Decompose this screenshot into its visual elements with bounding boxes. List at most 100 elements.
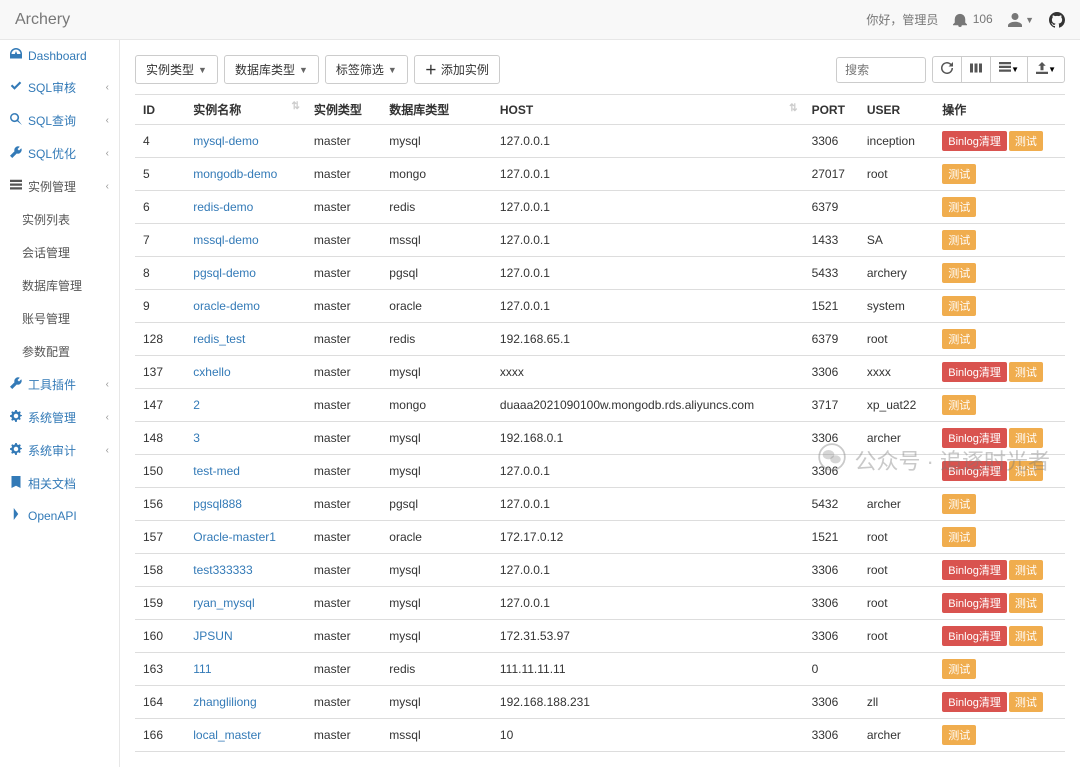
binlog-button[interactable]: Binlog清理	[942, 131, 1007, 151]
instance-link[interactable]: 3	[193, 431, 200, 445]
dashboard-icon	[10, 48, 22, 63]
sidebar-subitem[interactable]: 数据库管理	[0, 269, 119, 302]
sidebar-subitem[interactable]: 实例列表	[0, 203, 119, 236]
refresh-button[interactable]	[932, 56, 962, 83]
binlog-button[interactable]: Binlog清理	[942, 560, 1007, 580]
instance-link[interactable]: zhangliliong	[193, 695, 256, 709]
test-button[interactable]: 测试	[1009, 593, 1043, 613]
instance-link[interactable]: mysql-demo	[193, 134, 258, 148]
instance-link[interactable]: 2	[193, 398, 200, 412]
user-menu[interactable]: ▼	[1008, 12, 1034, 27]
table-row: 166local_mastermastermssql103306archer测试	[135, 719, 1065, 752]
instance-link[interactable]: pgsql-demo	[193, 266, 256, 280]
test-button[interactable]: 测试	[1009, 362, 1043, 382]
cell-user: xp_uat22	[859, 389, 934, 422]
sidebar-item[interactable]: 系统管理‹	[0, 401, 119, 434]
sidebar-subitem[interactable]: 参数配置	[0, 335, 119, 368]
instance-type-dropdown[interactable]: 实例类型▼	[135, 55, 218, 84]
columns-button[interactable]: ▼	[990, 56, 1028, 83]
test-button[interactable]: 测试	[942, 527, 976, 547]
instance-link[interactable]: mongodb-demo	[193, 167, 277, 181]
sidebar-item[interactable]: SQL审核‹	[0, 71, 119, 104]
test-button[interactable]: 测试	[942, 263, 976, 283]
refresh-icon	[941, 62, 953, 77]
sidebar-item[interactable]: Dashboard	[0, 40, 119, 71]
sidebar-item[interactable]: SQL优化‹	[0, 137, 119, 170]
instance-link[interactable]: local_master	[193, 728, 261, 742]
instance-link[interactable]: ryan_mysql	[193, 596, 254, 610]
test-button[interactable]: 测试	[1009, 626, 1043, 646]
test-button[interactable]: 测试	[942, 725, 976, 745]
instance-link[interactable]: mssql-demo	[193, 233, 258, 247]
github-link[interactable]	[1049, 12, 1065, 28]
test-button[interactable]: 测试	[1009, 428, 1043, 448]
instance-link[interactable]: cxhello	[193, 365, 230, 379]
test-button[interactable]: 测试	[1009, 131, 1043, 151]
instance-link[interactable]: test-med	[193, 464, 240, 478]
binlog-button[interactable]: Binlog清理	[942, 428, 1007, 448]
test-button[interactable]: 测试	[942, 230, 976, 250]
sidebar-item[interactable]: SQL查询‹	[0, 104, 119, 137]
test-button[interactable]: 测试	[942, 395, 976, 415]
instance-link[interactable]: redis-demo	[193, 200, 253, 214]
instance-link[interactable]: redis_test	[193, 332, 245, 346]
cell-id: 166	[135, 719, 185, 752]
instance-link[interactable]: Oracle-master1	[193, 530, 276, 544]
cell-id: 156	[135, 488, 185, 521]
sidebar-item-label: 数据库管理	[22, 277, 82, 294]
test-button[interactable]: 测试	[1009, 461, 1043, 481]
columns-icon	[999, 62, 1011, 77]
toggle-view-button[interactable]	[961, 56, 991, 83]
search-input[interactable]	[836, 57, 926, 83]
tag-filter-dropdown[interactable]: 标签筛选▼	[325, 55, 408, 84]
binlog-button[interactable]: Binlog清理	[942, 626, 1007, 646]
sidebar-item[interactable]: 相关文档	[0, 467, 119, 500]
cell-id: 8	[135, 257, 185, 290]
sidebar-subitem[interactable]: 账号管理	[0, 302, 119, 335]
notification-button[interactable]: 106	[953, 12, 992, 27]
test-button[interactable]: 测试	[942, 197, 976, 217]
sidebar-item-label: 相关文档	[28, 475, 76, 492]
cell-port: 5433	[804, 257, 859, 290]
instance-link[interactable]: pgsql888	[193, 497, 242, 511]
col-name[interactable]: 实例名称⇅	[185, 95, 306, 125]
test-button[interactable]: 测试	[942, 329, 976, 349]
col-port[interactable]: PORT	[804, 95, 859, 125]
col-type[interactable]: 实例类型	[306, 95, 381, 125]
export-button[interactable]: ▼	[1027, 56, 1065, 83]
instance-link[interactable]: JPSUN	[193, 629, 232, 643]
cell-id: 159	[135, 587, 185, 620]
test-button[interactable]: 测试	[942, 296, 976, 316]
sidebar-item[interactable]: 工具插件‹	[0, 368, 119, 401]
cell-host: 192.168.65.1	[492, 323, 804, 356]
binlog-button[interactable]: Binlog清理	[942, 593, 1007, 613]
table-row: 137cxhellomastermysqlxxxx3306xxxxBinlog清…	[135, 356, 1065, 389]
binlog-button[interactable]: Binlog清理	[942, 461, 1007, 481]
binlog-button[interactable]: Binlog清理	[942, 692, 1007, 712]
db-type-dropdown[interactable]: 数据库类型▼	[224, 55, 319, 84]
cell-user: SA	[859, 224, 934, 257]
test-button[interactable]: 测试	[1009, 560, 1043, 580]
cell-port: 0	[804, 653, 859, 686]
test-button[interactable]: 测试	[942, 659, 976, 679]
sidebar-item[interactable]: 系统审计‹	[0, 434, 119, 467]
sidebar-item[interactable]: 实例管理‹	[0, 170, 119, 203]
add-instance-button[interactable]: ＋添加实例	[414, 55, 500, 84]
col-host[interactable]: HOST⇅	[492, 95, 804, 125]
instance-link[interactable]: 111	[193, 662, 211, 676]
test-button[interactable]: 测试	[942, 494, 976, 514]
instance-link[interactable]: oracle-demo	[193, 299, 260, 313]
col-id[interactable]: ID	[135, 95, 185, 125]
binlog-button[interactable]: Binlog清理	[942, 362, 1007, 382]
col-user[interactable]: USER	[859, 95, 934, 125]
cell-name: pgsql888	[185, 488, 306, 521]
table-row: 159ryan_mysqlmastermysql127.0.0.13306roo…	[135, 587, 1065, 620]
cell-name: local_master	[185, 719, 306, 752]
sidebar-item[interactable]: OpenAPI	[0, 500, 119, 531]
test-button[interactable]: 测试	[1009, 692, 1043, 712]
test-button[interactable]: 测试	[942, 164, 976, 184]
instance-link[interactable]: test333333	[193, 563, 252, 577]
sidebar-subitem[interactable]: 会话管理	[0, 236, 119, 269]
col-db[interactable]: 数据库类型	[381, 95, 492, 125]
brand[interactable]: Archery	[15, 11, 70, 29]
